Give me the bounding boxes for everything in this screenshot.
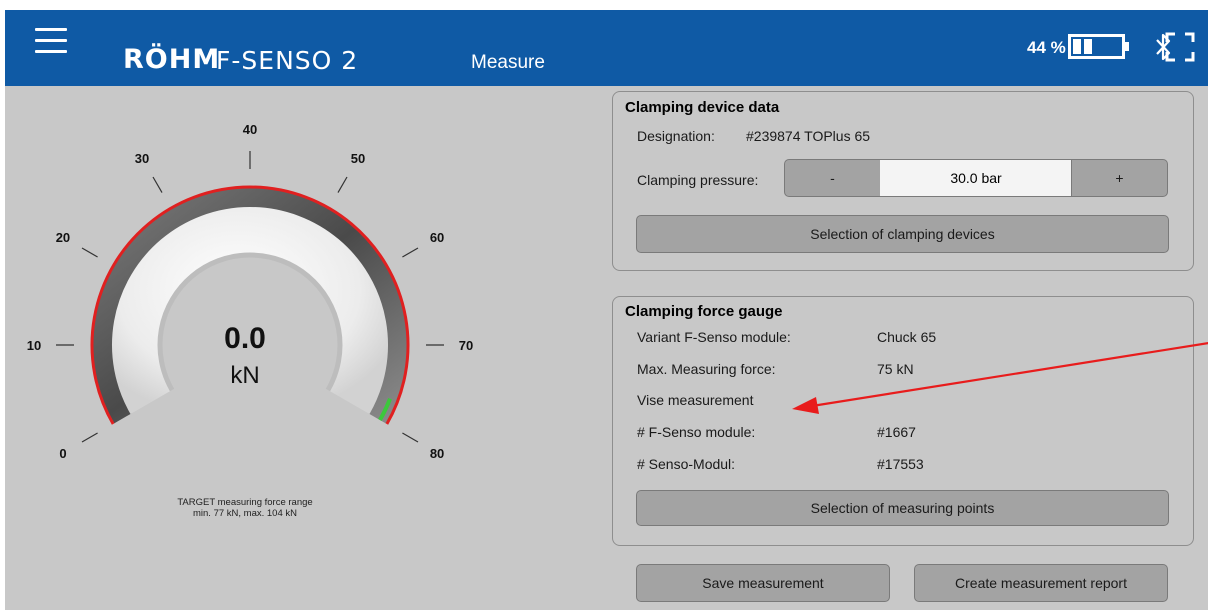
pressure-decrease-button[interactable]: - [784,159,881,197]
top-bar: RÖHM F-SENSO 2 Measure 44 % [5,10,1208,86]
force-gauge-title: Clamping force gauge [625,303,783,320]
hamburger-menu-icon[interactable] [35,28,67,54]
gauge-tick [402,432,419,443]
vise-measurement-label: Vise measurement [637,392,754,408]
designation-value: #239874 TOPlus 65 [746,128,871,144]
select-measuring-points-button[interactable]: Selection of measuring points [636,490,1169,526]
save-measurement-button[interactable]: Save measurement [636,564,890,602]
gauge-tick-label: 10 [27,338,41,353]
clamping-device-title: Clamping device data [625,99,780,116]
clamping-pressure-label: Clamping pressure: [637,172,759,188]
gauge-tick-label: 50 [351,151,365,166]
target-range-label: TARGET measuring force range [177,497,312,508]
gauge-tick-label: 70 [459,338,473,353]
designation-label: Designation: [637,128,715,144]
fsenso-module-value: #1667 [877,424,916,440]
variant-label: Variant F-Senso module: [637,329,791,345]
create-report-button[interactable]: Create measurement report [914,564,1168,602]
force-gauge: 0 10 20 30 40 50 60 70 80 0.0 kN TARGET measurin… [27,122,473,519]
battery-icon [1068,34,1129,59]
gauge-tick-label: 30 [135,151,149,166]
battery-percent: 44 % [1027,38,1066,57]
clamping-pressure-value[interactable]: 30.0 bar [880,159,1072,197]
fullscreen-icon[interactable] [1165,32,1195,62]
gauge-unit: kN [230,362,259,389]
max-force-label: Max. Measuring force: [637,361,776,377]
gauge-tick [337,176,348,193]
gauge-tick [152,176,163,193]
select-clamping-device-button[interactable]: Selection of clamping devices [636,215,1169,253]
annotation-arrow [792,341,1208,414]
gauge-tick-label: 20 [56,230,70,245]
gauge-value: 0.0 [224,322,266,355]
gauge-tick [81,247,98,258]
page-title: Measure [471,52,545,73]
gauge-tick-label: 80 [430,446,444,461]
gauge-tick [402,247,419,258]
senso-modul-value: #17553 [877,456,924,472]
product-name: F-SENSO 2 [216,46,359,75]
gauge-tick [81,432,98,443]
gauge-tick-label: 60 [430,230,444,245]
brand-logo: RÖHM [123,44,221,75]
app-window: RÖHM F-SENSO 2 Measure 44 % 0 10 20 30 4… [5,10,1208,610]
target-range-values: min. 77 kN, max. 104 kN [193,508,297,519]
senso-modul-label: # Senso-Modul: [637,456,736,472]
gauge-tick-label: 0 [59,446,66,461]
pressure-increase-button[interactable]: + [1071,159,1168,197]
fsenso-module-label: # F-Senso module: [637,424,756,440]
gauge-tick-label: 40 [243,122,257,137]
